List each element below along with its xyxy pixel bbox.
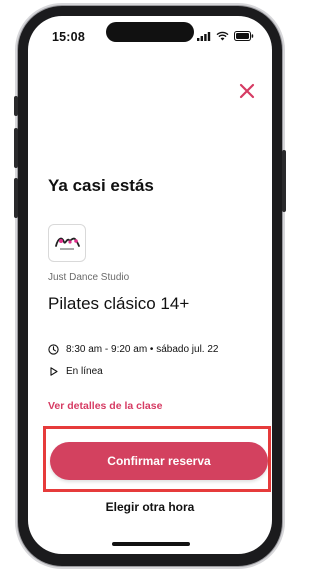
phone-side-button xyxy=(14,96,18,116)
mode-row: En línea xyxy=(48,366,103,377)
close-icon[interactable] xyxy=(238,82,256,100)
wifi-icon xyxy=(216,31,229,41)
battery-icon xyxy=(234,31,254,41)
status-bar: 15:08 xyxy=(28,16,272,56)
phone-power-button xyxy=(282,150,286,212)
choose-other-time-button[interactable]: Elegir otra hora xyxy=(28,500,272,514)
home-indicator xyxy=(112,542,190,546)
signal-icon xyxy=(197,31,211,41)
dynamic-island xyxy=(106,22,194,42)
phone-volume-up-button xyxy=(14,128,18,168)
app-screen: 15:08 Ya casi estás Just Dance Studio Pi… xyxy=(28,16,272,554)
mode-text: En línea xyxy=(66,366,103,377)
schedule-row: 8:30 am - 9:20 am • sábado jul. 22 xyxy=(48,344,218,355)
studio-logo-image xyxy=(55,237,80,250)
confirm-booking-button[interactable]: Confirmar reserva xyxy=(50,442,268,480)
view-class-details-link[interactable]: Ver detalles de la clase xyxy=(48,400,162,412)
studio-logo xyxy=(48,224,86,262)
status-time: 15:08 xyxy=(52,30,85,44)
page-title: Ya casi estás xyxy=(48,176,154,195)
studio-name: Just Dance Studio xyxy=(48,272,130,283)
phone-volume-down-button xyxy=(14,178,18,218)
schedule-text: 8:30 am - 9:20 am • sábado jul. 22 xyxy=(66,344,219,355)
clock-icon xyxy=(48,344,59,355)
class-name: Pilates clásico 14+ xyxy=(48,294,190,313)
play-icon xyxy=(50,367,58,376)
status-icons xyxy=(197,31,254,41)
